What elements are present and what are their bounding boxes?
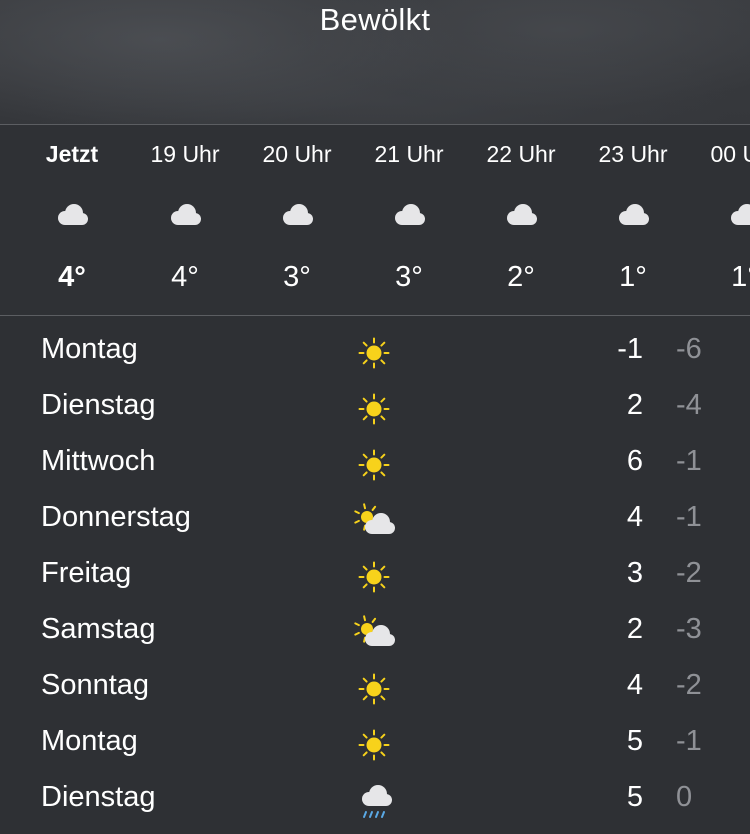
day-name: Sonntag xyxy=(41,669,150,701)
sun-icon xyxy=(352,390,398,428)
high-temp: 2 xyxy=(626,613,643,645)
hourly-item: 23 Uhr 1° xyxy=(577,125,689,315)
daily-row: Montag 5 -1 xyxy=(0,716,750,772)
day-name: Donnerstag xyxy=(41,501,191,533)
hourly-temp: 3° xyxy=(283,261,311,293)
hourly-time: 22 Uhr xyxy=(486,141,556,167)
high-temp: 5 xyxy=(626,781,643,813)
sun-icon xyxy=(352,334,398,372)
day-name: Montag xyxy=(41,725,138,757)
partly-cloudy-icon xyxy=(352,614,398,652)
high-temp: 6 xyxy=(626,445,643,477)
cloud-icon xyxy=(503,199,539,229)
daily-row: Mittwoch 6 -1 xyxy=(0,436,750,492)
low-temp: -1 xyxy=(676,445,702,477)
high-temp: 3 xyxy=(626,557,643,589)
cloud-icon xyxy=(279,199,315,229)
daily-row: Freitag 3 -2 xyxy=(0,548,750,604)
sun-icon xyxy=(352,446,398,484)
cloud-icon xyxy=(727,199,750,229)
partly-cloudy-icon xyxy=(352,502,398,540)
hourly-time: 00 Uhr xyxy=(710,141,750,167)
cloud-icon xyxy=(54,199,90,229)
header-area: Bewölkt xyxy=(0,0,750,125)
daily-row: Montag -1 -6 xyxy=(0,324,750,380)
day-name: Dienstag xyxy=(41,781,156,813)
cloud-icon xyxy=(167,199,203,229)
cloud-icon xyxy=(391,199,427,229)
hourly-temp: 3° xyxy=(395,261,423,293)
hourly-time: 21 Uhr xyxy=(374,141,444,167)
sun-icon xyxy=(352,558,398,596)
hourly-item: 19 Uhr 4° xyxy=(129,125,241,315)
daily-row: Sonntag 4 -2 xyxy=(0,660,750,716)
day-name: Mittwoch xyxy=(41,445,156,477)
hourly-time: 23 Uhr xyxy=(598,141,668,167)
hourly-item: 00 Uhr 1° xyxy=(689,125,750,315)
hourly-temp: 1° xyxy=(731,261,750,293)
day-name: Freitag xyxy=(41,557,132,589)
hourly-forecast-strip[interactable]: Jetzt 4° 19 Uhr 4° 20 Uhr 3° 21 Uhr 3° 2… xyxy=(0,125,750,316)
hourly-item: 21 Uhr 3° xyxy=(353,125,465,315)
high-temp: -1 xyxy=(617,333,643,365)
cloud-icon xyxy=(615,199,651,229)
low-temp: -2 xyxy=(676,669,702,701)
sun-icon xyxy=(352,670,398,708)
hourly-time: Jetzt xyxy=(45,141,99,167)
hourly-temp: 1° xyxy=(619,261,647,293)
hourly-item: Jetzt 4° xyxy=(16,125,128,315)
daily-row: Donnerstag 4 -1 xyxy=(0,492,750,548)
day-name: Montag xyxy=(41,333,138,365)
hourly-temp: 4° xyxy=(171,261,199,293)
low-temp: -1 xyxy=(676,725,702,757)
day-name: Dienstag xyxy=(41,389,156,421)
daily-row: Dienstag 2 -4 xyxy=(0,380,750,436)
low-temp: -3 xyxy=(676,613,702,645)
high-temp: 4 xyxy=(626,669,643,701)
hourly-temp: 4° xyxy=(58,261,86,293)
sun-icon xyxy=(352,726,398,764)
current-condition: Bewölkt xyxy=(319,2,431,37)
day-name: Samstag xyxy=(41,613,156,645)
low-temp: -1 xyxy=(676,501,702,533)
hourly-item: 22 Uhr 2° xyxy=(465,125,577,315)
hourly-time: 19 Uhr xyxy=(150,141,220,167)
low-temp: -6 xyxy=(676,333,702,365)
high-temp: 4 xyxy=(626,501,643,533)
daily-row: Dienstag 5 0 xyxy=(0,772,750,828)
hourly-item: 20 Uhr 3° xyxy=(241,125,353,315)
low-temp: -4 xyxy=(676,389,702,421)
daily-forecast-list[interactable]: Montag -1 -6 Dienstag 2 -4 Mittwoch 6 -1… xyxy=(0,324,750,828)
low-temp: -2 xyxy=(676,557,702,589)
hourly-time: 20 Uhr xyxy=(262,141,332,167)
hourly-temp: 2° xyxy=(507,261,535,293)
daily-row: Samstag 2 -3 xyxy=(0,604,750,660)
rain-icon xyxy=(352,782,398,820)
high-temp: 5 xyxy=(626,725,643,757)
high-temp: 2 xyxy=(626,389,643,421)
low-temp: 0 xyxy=(676,781,693,813)
